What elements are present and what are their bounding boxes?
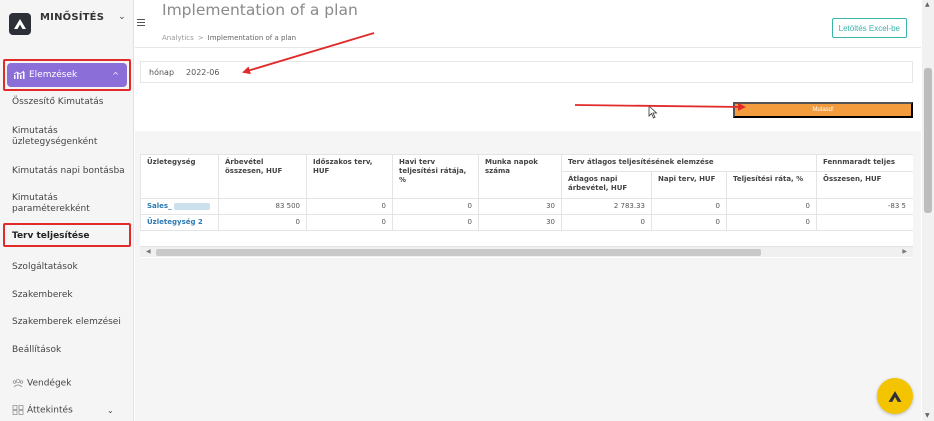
redacted-text — [173, 202, 210, 210]
chart-icon — [13, 70, 25, 79]
table-cell: 0 — [392, 214, 479, 231]
col-header-period-plan[interactable]: Időszakos terv, HUF — [306, 154, 393, 199]
table-cell: 2 783.33 — [561, 198, 652, 215]
scrollbar-thumb[interactable] — [156, 249, 761, 256]
app-root: MINŐSÍTÉS ⌄ Elemzések ^ Összesítő Kimuta… — [0, 0, 934, 421]
table-cell: 0 — [218, 214, 307, 231]
grid-icon — [12, 405, 24, 415]
logo-icon — [888, 390, 902, 402]
show-button[interactable]: Mutasd! — [733, 102, 913, 118]
scroll-left-icon[interactable]: ◀ — [146, 248, 151, 255]
brand-name: MINŐSÍTÉS — [40, 11, 105, 23]
table-cell: 30 — [478, 198, 562, 215]
sidebar-item-vendegek[interactable]: Vendégek — [0, 378, 134, 390]
col-header-completion-rate[interactable]: Teljesítési ráta, % — [726, 171, 817, 199]
month-filter-value[interactable]: 2022-06 — [186, 68, 219, 77]
table-row: Sales_ 83 500 0 0 30 2 783.33 0 0 -83 5 — [140, 198, 913, 215]
chevron-down-icon[interactable]: ⌄ — [118, 12, 126, 22]
table-cell: -83 5 — [816, 198, 913, 215]
sidebar-item-napi[interactable]: Kimutatás napi bontásba — [0, 166, 134, 177]
page-title: Implementation of a plan — [162, 1, 358, 19]
table-cell: 0 — [306, 214, 393, 231]
sidebar-item-osszesito[interactable]: Összesítő Kimutatás — [0, 97, 134, 108]
table-row: Üzletegység 2 0 0 0 30 0 0 0 — [140, 214, 913, 231]
sidebar-item-beallitasok[interactable]: Beállítások — [0, 345, 134, 356]
sidebar-group-elemzesek[interactable]: Elemzések ^ — [7, 63, 127, 87]
sidebar-group-label: Elemzések — [29, 70, 78, 80]
scroll-right-icon[interactable]: ▶ — [902, 248, 907, 255]
month-filter[interactable]: hónap 2022-06 — [140, 61, 913, 83]
unit-link[interactable]: Üzletegység 2 — [140, 214, 219, 231]
col-header-daily-plan[interactable]: Napi terv, HUF — [651, 171, 727, 199]
col-header-revenue-total[interactable]: Árbevétel összesen, HUF — [218, 154, 307, 199]
sidebar-item-terv-teljesitese[interactable]: Terv teljesítése — [0, 231, 134, 242]
sidebar-item-label: Áttekintés — [27, 405, 73, 416]
help-fab-button[interactable] — [877, 378, 913, 414]
scroll-down-icon[interactable]: ▼ — [925, 412, 930, 419]
breadcrumb-root[interactable]: Analytics — [162, 34, 194, 42]
col-header-unit[interactable]: Üzletegység — [140, 154, 219, 199]
col-group-remaining: Fennmaradt teljes — [816, 154, 913, 173]
brand[interactable]: MINŐSÍTÉS ⌄ — [0, 0, 133, 48]
horizontal-scrollbar[interactable]: ◀ ▶ — [140, 246, 913, 257]
table-cell: 83 500 — [218, 198, 307, 215]
guests-icon — [12, 378, 24, 388]
table-cell: 0 — [726, 214, 817, 231]
hamburger-menu-icon[interactable] — [137, 19, 145, 27]
table-cell: 0 — [651, 214, 727, 231]
table-cell: 0 — [651, 198, 727, 215]
sidebar-item-szakemberek[interactable]: Szakemberek — [0, 290, 134, 301]
chevron-down-icon: ⌄ — [107, 406, 114, 415]
col-header-monthly-plan-rate[interactable]: Havi terv teljesítési rátája, % — [392, 154, 479, 199]
col-header-remaining-total[interactable]: Összesen, HUF — [816, 171, 913, 199]
export-excel-button[interactable]: Letöltés Excel-be — [831, 18, 907, 38]
breadcrumb-separator: > — [197, 34, 204, 42]
sidebar-item-label: Vendégek — [27, 378, 72, 389]
vertical-scrollbar[interactable]: ▲ ▼ — [922, 0, 934, 421]
sidebar-item-parameterek[interactable]: Kimutatás paraméterekként — [0, 193, 100, 215]
annotation-highlight-box: Elemzések ^ — [3, 59, 131, 91]
plan-table-container: Üzletegység Árbevétel összesen, HUF Idős… — [140, 154, 913, 258]
col-header-work-days[interactable]: Munka napok száma — [478, 154, 562, 199]
breadcrumb: Analytics > Implementation of a plan — [162, 34, 296, 42]
page-header: Implementation of a plan Analytics > Imple… — [135, 0, 921, 48]
sidebar-item-attekintes[interactable]: Áttekintés ⌄ — [0, 405, 134, 417]
table-cell: 0 — [306, 198, 393, 215]
table-cell: 30 — [478, 214, 562, 231]
sidebar-item-uzletegyseg[interactable]: Kimutatás üzletegységenként — [0, 126, 110, 148]
sidebar-item-szolgaltatasok[interactable]: Szolgáltatások — [0, 262, 134, 273]
annotation-arrow — [574, 102, 746, 111]
logo-icon — [9, 13, 31, 35]
sidebar: MINŐSÍTÉS ⌄ Elemzések ^ Összesítő Kimuta… — [0, 0, 134, 421]
sidebar-item-szakemberek-elemzesei[interactable]: Szakemberek elemzései — [0, 317, 134, 328]
table-cell — [816, 214, 913, 231]
table-cell: 0 — [561, 214, 652, 231]
chevron-up-icon: ^ — [112, 70, 119, 80]
unit-link[interactable]: Sales_ — [140, 198, 219, 215]
plan-table: Üzletegység Árbevétel összesen, HUF Idős… — [140, 154, 913, 231]
col-group-avg-analysis: Terv átlagos teljesítésének elemzése — [561, 154, 817, 173]
table-cell: 0 — [392, 198, 479, 215]
scroll-up-icon[interactable]: ▲ — [925, 1, 930, 8]
mouse-cursor-icon — [648, 105, 658, 119]
scrollbar-thumb[interactable] — [924, 68, 932, 213]
col-header-avg-daily-revenue[interactable]: Átlagos napi árbevétel, HUF — [561, 171, 652, 199]
table-cell: 0 — [726, 198, 817, 215]
month-filter-label: hónap — [149, 67, 175, 77]
breadcrumb-current: Implementation of a plan — [207, 34, 297, 42]
